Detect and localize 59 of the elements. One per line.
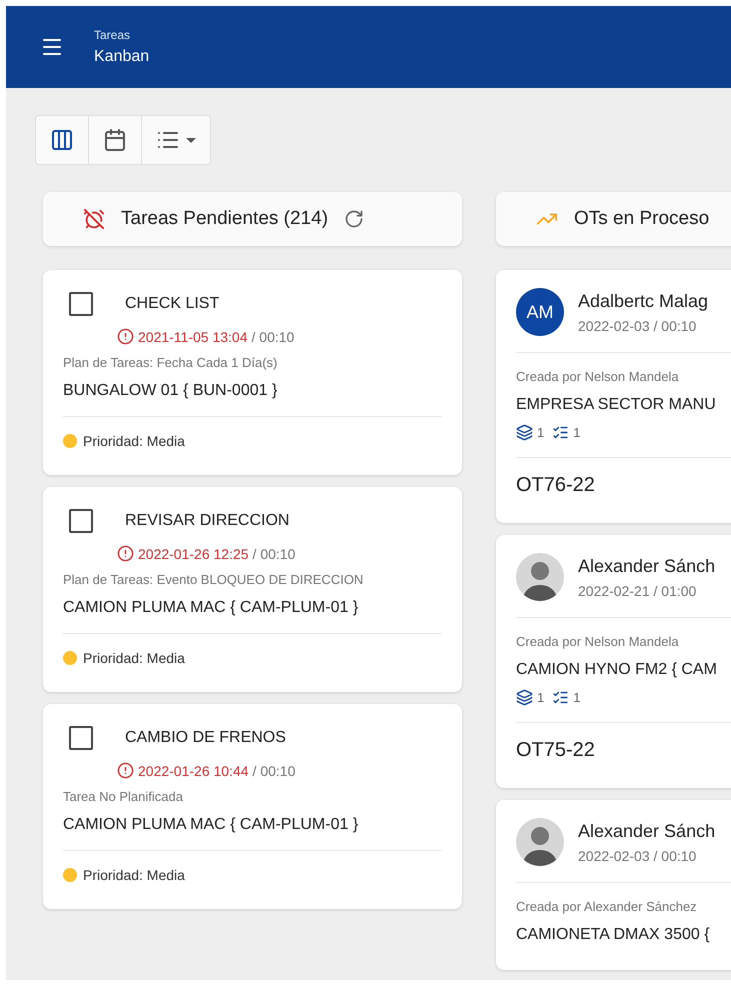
priority-label: Prioridad: Media [83,650,185,666]
assignee-name: Alexander Sánch [578,820,716,842]
parts-count: 1 [537,690,544,705]
refresh-button[interactable] [344,209,364,229]
order-code: OT75-22 [516,739,596,762]
layers-icon [516,689,533,706]
board-icon [50,128,74,152]
task-title: REVISAR DIRECCION [125,512,290,530]
assignee-name: Adalbertc Malag [578,290,708,312]
checkbox[interactable] [69,292,93,316]
column-title: OTs en Proceso [574,208,710,230]
parts-count: 1 [537,425,544,440]
due-date: 2022-01-26 12:25 [138,546,249,562]
duration: / 00:10 [252,328,294,344]
creator-text: Creada por Alexander Sánchez [516,899,698,914]
due-date: 2021-11-05 13:04 [138,328,248,344]
app-subtitle: Kanban [94,48,150,66]
tasks-count: 1 [573,690,580,705]
order-date: 2022-02-21 / 01:00 [578,582,698,598]
asset-name: CAMIONETA DMAX 3500 { [516,926,711,944]
task-title: CAMBIO DE FRENOS [125,729,286,747]
calendar-icon [103,128,127,152]
asset-name: CAMION HYNO FM2 { CAM [516,661,718,679]
avatar-silhouette-icon [516,553,564,601]
asset-name: EMPRESA SECTOR MANU [516,396,717,414]
duration: / 00:10 [252,546,296,562]
app-title: Tareas [94,28,132,42]
caret-icon [186,138,196,142]
alert-icon [117,545,134,562]
checklist-icon [552,424,570,441]
priority-label: Prioridad: Media [83,433,185,449]
creator-text: Creada por Nelson Mandela [516,634,680,649]
order-date: 2022-02-03 / 00:10 [578,318,698,334]
avatar-silhouette-icon [516,818,564,866]
checkbox[interactable] [69,726,93,750]
creator-text: Creada por Nelson Mandela [516,369,680,384]
priority-label: Prioridad: Media [83,867,185,883]
tasks-count: 1 [573,425,580,440]
avatar: AM [516,288,564,336]
asset-name: CAMION PLUMA MAC { CAM-PLUM-01 } [63,599,360,617]
alert-icon [117,328,134,345]
checklist-icon [552,689,570,706]
column-title: Tareas Pendientes (214) [121,208,328,230]
plan-text: Plan de Tareas: Fecha Cada 1 Día(s) [63,355,278,370]
checkbox[interactable] [69,509,93,533]
order-code: OT76-22 [516,474,596,497]
layers-icon [516,424,533,441]
plan-text: Tarea No Planificada [63,789,184,804]
duration: / 00:10 [252,762,296,778]
refresh-icon [344,209,364,229]
due-date: 2022-01-26 10:44 [138,762,249,778]
task-title: CHECK LIST [125,295,220,313]
asset-name: BUNGALOW 01 { BUN-0001 } [63,382,278,400]
asset-name: CAMION PLUMA MAC { CAM-PLUM-01 } [63,816,360,834]
alert-icon [117,762,134,779]
plan-text: Plan de Tareas: Evento BLOQUEO DE DIRECCION [63,572,364,587]
order-date: 2022-02-03 / 00:10 [578,848,698,864]
assignee-name: Alexander Sánch [578,556,716,576]
alarm-off-icon [83,208,105,230]
